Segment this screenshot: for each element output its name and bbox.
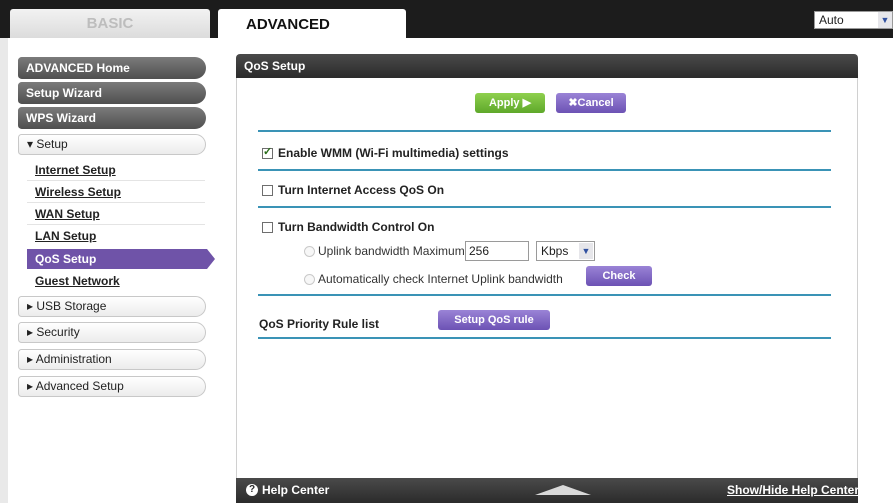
sidebar-item-advanced-home[interactable]: ADVANCED Home: [18, 57, 206, 79]
divider: [258, 337, 831, 339]
bandwidth-control-checkbox[interactable]: [262, 222, 273, 233]
divider: [258, 294, 831, 296]
tab-basic[interactable]: BASIC: [10, 9, 210, 38]
divider: [258, 169, 831, 171]
apply-button[interactable]: Apply ▶: [475, 93, 545, 113]
divider: [258, 130, 831, 132]
bandwidth-control-label: Turn Bandwidth Control On: [278, 220, 435, 234]
divider: [27, 180, 205, 181]
sidebar-item-administration[interactable]: ▸ Administration: [18, 349, 206, 370]
sidebar-item-wireless-setup[interactable]: Wireless Setup: [35, 185, 121, 199]
wmm-label: Enable WMM (Wi-Fi multimedia) settings: [278, 146, 509, 160]
internet-qos-checkbox[interactable]: [262, 185, 273, 196]
sidebar-item-internet-setup[interactable]: Internet Setup: [35, 163, 116, 177]
sidebar-item-setup-wizard[interactable]: Setup Wizard: [18, 82, 206, 104]
language-select-value: Auto: [819, 13, 844, 27]
uplink-maximum-radio[interactable]: [304, 246, 315, 257]
chevron-down-icon: ▼: [878, 12, 892, 28]
uplink-unit-select[interactable]: Kbps ▼: [536, 241, 595, 261]
help-icon: ?: [246, 484, 258, 496]
sidebar-item-wan-setup[interactable]: WAN Setup: [35, 207, 100, 221]
sidebar-item-setup[interactable]: ▾ Setup: [18, 134, 206, 155]
divider: [258, 206, 831, 208]
cancel-button[interactable]: ✖Cancel: [556, 93, 626, 113]
show-hide-help-link[interactable]: Show/Hide Help Center: [727, 483, 859, 497]
sidebar-item-advanced-setup[interactable]: ▸ Advanced Setup: [18, 376, 206, 397]
divider: [27, 224, 205, 225]
auto-check-label: Automatically check Internet Uplink band…: [318, 272, 563, 286]
sidebar-item-wps-wizard[interactable]: WPS Wizard: [18, 107, 206, 129]
check-button[interactable]: Check: [586, 266, 652, 286]
panel-title: QoS Setup: [236, 54, 858, 78]
divider: [27, 202, 205, 203]
internet-qos-label: Turn Internet Access QoS On: [278, 183, 445, 197]
uplink-maximum-label: Uplink bandwidth Maximum: [318, 244, 465, 258]
uplink-unit-value: Kbps: [541, 244, 569, 258]
uplink-bandwidth-input[interactable]: 256: [465, 241, 529, 261]
sidebar-item-lan-setup[interactable]: LAN Setup: [35, 229, 96, 243]
sidebar-item-guest-network[interactable]: Guest Network: [35, 274, 120, 288]
sidebar-item-security[interactable]: ▸ Security: [18, 322, 206, 343]
auto-check-radio[interactable]: [304, 274, 315, 285]
wmm-checkbox[interactable]: [262, 145, 273, 159]
help-center-link[interactable]: Help Center: [262, 483, 329, 497]
sidebar-item-qos-setup[interactable]: QoS Setup: [27, 249, 215, 269]
chevron-down-icon: ▼: [579, 243, 593, 259]
sidebar-item-usb-storage[interactable]: ▸ USB Storage: [18, 296, 206, 317]
left-edge: [0, 38, 8, 503]
tab-advanced[interactable]: ADVANCED: [218, 9, 406, 40]
priority-rule-label: QoS Priority Rule list: [259, 317, 380, 331]
expand-triangle-icon[interactable]: [535, 485, 591, 495]
setup-qos-rule-button[interactable]: Setup QoS rule: [438, 310, 550, 330]
language-select[interactable]: Auto ▼: [814, 11, 893, 29]
